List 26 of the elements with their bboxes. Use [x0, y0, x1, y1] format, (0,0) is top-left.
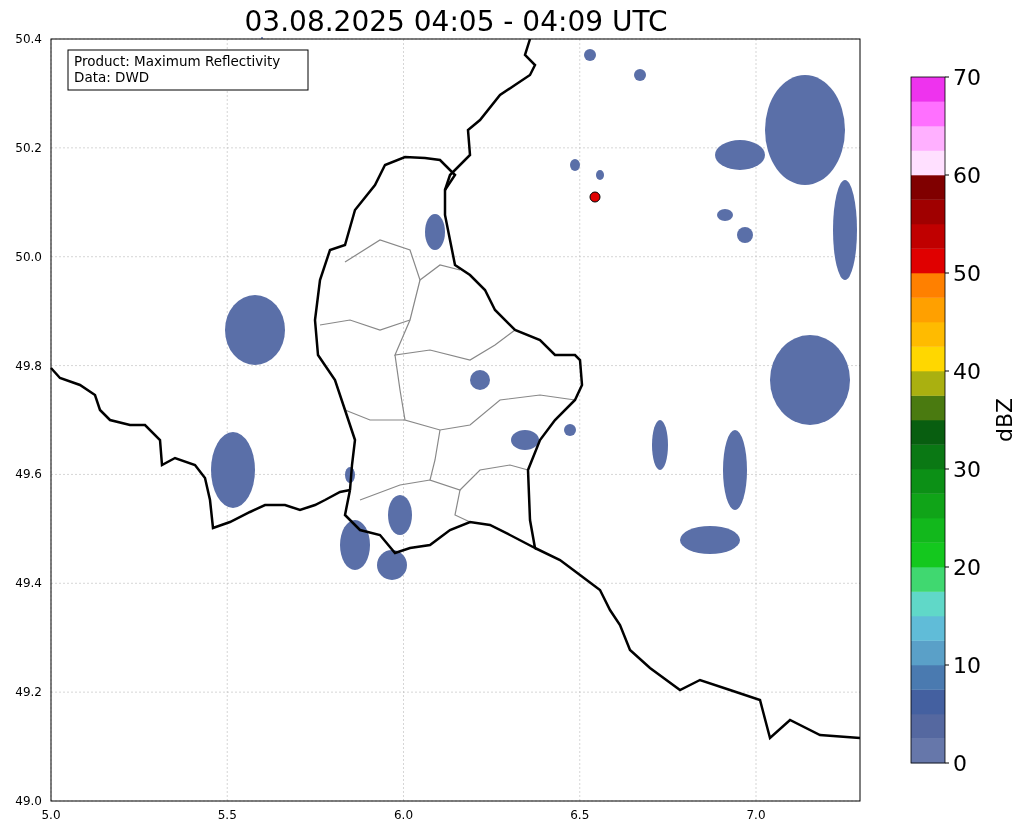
colorbar-tick-label: 10	[953, 653, 981, 678]
location-marker	[589, 191, 601, 203]
y-axis-tick-label: 50.0	[15, 249, 42, 264]
y-axis-tick-label: 50.4	[15, 32, 42, 46]
colorbar-label: dBZ	[992, 397, 1017, 443]
colorbar-tick-label: 20	[953, 555, 981, 580]
x-axis-tick-label: 6.5	[570, 808, 590, 822]
data-source-label: Data: DWD	[74, 69, 150, 85]
colorbar-tick-label: 60	[953, 163, 981, 188]
colorbar-tick-label: 70	[953, 65, 981, 90]
y-axis-tick-label: 49.2	[15, 685, 42, 700]
colorbar-tick-label: 30	[953, 457, 981, 482]
y-axis-tick-label: 49.8	[15, 358, 42, 373]
y-axis-tick-label: 50.2	[15, 140, 42, 155]
product-label: Product: Maximum Reflectivity	[74, 53, 281, 69]
figure-title: 03.08.2025 04:05 - 04:09 UTC	[244, 5, 668, 38]
y-axis-tick-label: 49.4	[15, 576, 42, 591]
x-axis-tick-label: 6.0	[393, 808, 414, 822]
colorbar-tick-label: 0	[953, 751, 967, 776]
colorbar-tick-label: 50	[953, 261, 981, 286]
colorbar-tick-label: 40	[953, 359, 981, 384]
y-axis-tick-label: 49.0	[15, 794, 42, 808]
x-axis-tick-label: 5.5	[217, 808, 237, 822]
x-axis-tick-label: 5.0	[41, 808, 61, 822]
y-axis-tick-label: 49.6	[15, 467, 42, 482]
x-axis-tick-label: 7.0	[746, 808, 766, 822]
